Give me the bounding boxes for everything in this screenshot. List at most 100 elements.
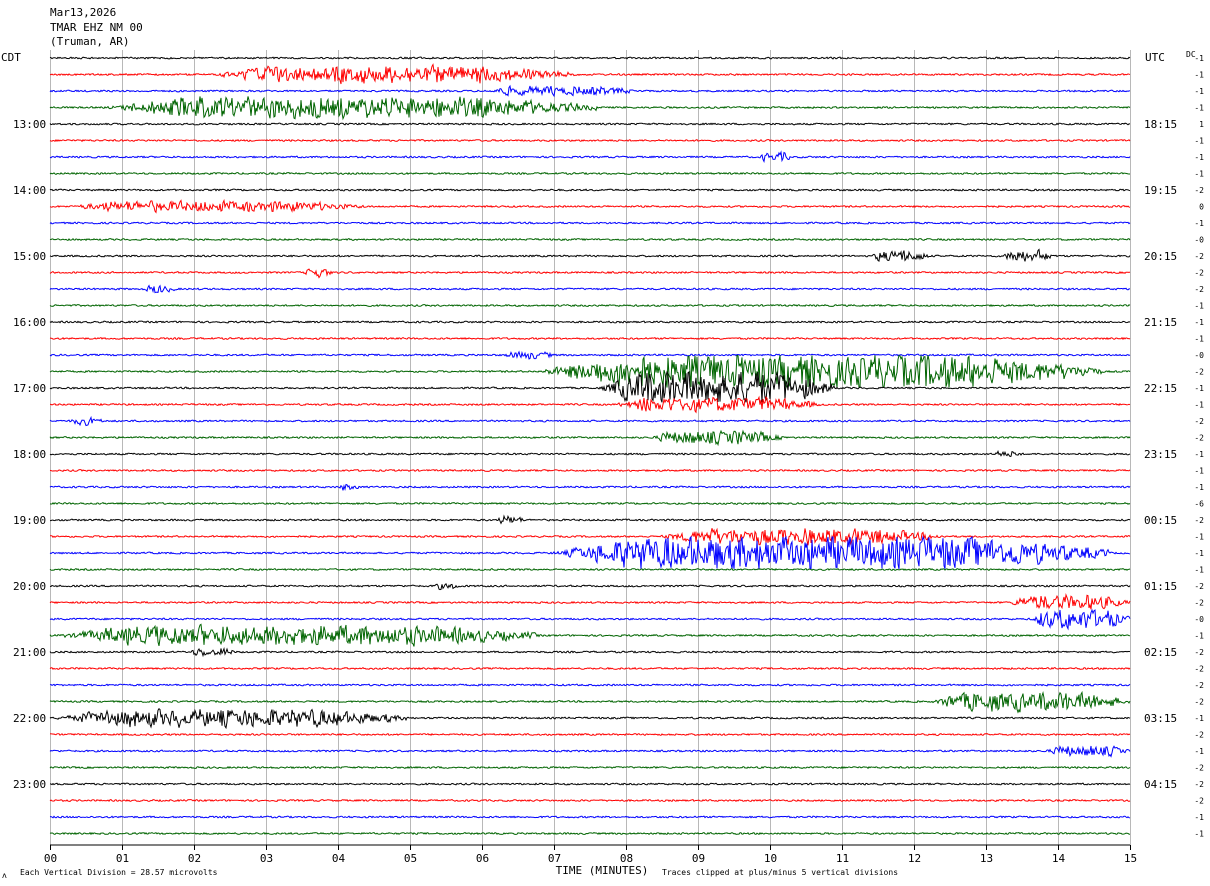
dc-offset-value: -1 [1194, 467, 1204, 476]
utc-hour-label: 03:15 [1144, 712, 1177, 725]
dc-offset-value: -1 [1194, 335, 1204, 344]
seismic-trace [49, 815, 1131, 819]
dc-offset-value: -6 [1194, 500, 1204, 509]
dc-offset-value: -2 [1194, 797, 1204, 806]
x-tick-label: 04 [332, 852, 346, 865]
x-tick-label: 00 [44, 852, 57, 865]
seismic-trace [49, 535, 1131, 570]
cdt-hour-label: 16:00 [13, 316, 46, 329]
x-tick-label: 01 [116, 852, 129, 865]
trace-lines [49, 56, 1131, 836]
seismic-trace [49, 370, 1131, 403]
cdt-hour-label: 22:00 [13, 712, 46, 725]
dc-offset-value: -1 [1194, 483, 1204, 492]
seismic-trace [49, 354, 1131, 390]
x-tick-label: 02 [188, 852, 201, 865]
dc-offset-value: -1 [1194, 450, 1204, 459]
seismic-trace [49, 732, 1131, 737]
dc-offset-value: -2 [1194, 186, 1204, 195]
dc-offset-value: -1 [1194, 714, 1204, 723]
dc-offset-value: -2 [1194, 582, 1204, 591]
dc-offset-value: -1 [1194, 566, 1204, 575]
dc-offset-value: -0 [1194, 615, 1204, 624]
dc-offset-value: -0 [1194, 236, 1204, 245]
seismic-trace [49, 468, 1131, 473]
dc-offset-value: -2 [1194, 698, 1204, 707]
dc-offset-labels: -1 -1 -1 -1 1 -1 -1 -1 -2 0 -1 -0 -2 -2 -2 -1 -1 -1 -0 -2 -1… [1194, 54, 1204, 839]
seismic-trace [49, 198, 1131, 214]
dc-offset-value: -1 [1194, 170, 1204, 179]
x-tick-label: 06 [476, 852, 489, 865]
helicorder-chart: Mar13,2026 TMAR EHZ NM 00 (Truman, AR) C… [1, 6, 1204, 880]
dc-offset-value: -0 [1194, 351, 1204, 360]
cdt-hour-label: 17:00 [13, 382, 46, 395]
right-timezone-label: UTC [1145, 51, 1165, 64]
dc-offset-value: -1 [1194, 632, 1204, 641]
dc-offset-value: -1 [1194, 153, 1204, 162]
seismic-trace [49, 336, 1131, 341]
seismic-trace [49, 188, 1131, 192]
cdt-hour-label: 13:00 [13, 118, 46, 131]
dc-offset-value: -1 [1194, 549, 1204, 558]
dc-offset-value: -1 [1194, 318, 1204, 327]
utc-hour-label: 00:15 [1144, 514, 1177, 527]
x-tick-label: 05 [404, 852, 417, 865]
seismic-trace [49, 268, 1131, 279]
dc-offset-value: -1 [1194, 87, 1204, 96]
dc-offset-value: -2 [1194, 252, 1204, 261]
seismic-trace [49, 582, 1131, 591]
seismic-trace [49, 501, 1131, 506]
dc-offset-value: -1 [1194, 71, 1204, 80]
cdt-hour-label: 21:00 [13, 646, 46, 659]
seismic-trace [49, 608, 1131, 631]
utc-hour-label: 19:15 [1144, 184, 1177, 197]
seismic-trace [49, 303, 1131, 308]
dc-offset-value: -2 [1194, 434, 1204, 443]
seismic-trace [49, 782, 1131, 786]
seismic-trace [49, 745, 1131, 758]
dc-offset-value: -1 [1194, 830, 1204, 839]
seismic-trace [49, 84, 1130, 98]
x-axis-title: TIME (MINUTES) [556, 864, 649, 877]
utc-hour-label: 04:15 [1144, 778, 1177, 791]
dc-offset-value: -1 [1194, 384, 1204, 393]
seismic-trace [49, 592, 1131, 610]
dc-offset-value: -2 [1194, 681, 1204, 690]
seismic-trace [49, 248, 1131, 262]
vertical-gridlines [50, 50, 1131, 845]
utc-hour-label: 23:15 [1144, 448, 1177, 461]
header-location: (Truman, AR) [50, 35, 129, 48]
dc-offset-value: -1 [1194, 54, 1204, 63]
clip-note: Traces clipped at plus/minus 5 vertical … [662, 868, 898, 877]
seismic-trace [49, 63, 1131, 85]
seismic-trace [49, 150, 1131, 163]
cdt-hour-label: 20:00 [13, 580, 46, 593]
dc-offset-value: -1 [1194, 747, 1204, 756]
seismic-trace [49, 96, 1131, 121]
seismic-trace [49, 320, 1131, 324]
seismic-trace [50, 395, 1131, 414]
dc-offset-value: -2 [1194, 648, 1204, 657]
seismic-trace [49, 666, 1131, 671]
dc-offset-value: -2 [1194, 665, 1204, 674]
seismic-trace [49, 683, 1131, 687]
utc-hour-label: 18:15 [1144, 118, 1177, 131]
seismic-trace [49, 237, 1131, 242]
seismic-trace [49, 429, 1131, 447]
dc-offset-value: -2 [1194, 764, 1204, 773]
dc-offset-value: -2 [1194, 731, 1204, 740]
dc-offset-value: -2 [1194, 417, 1204, 426]
cdt-hour-label: 19:00 [13, 514, 46, 527]
seismic-trace [49, 284, 1130, 294]
x-tick-label: 11 [836, 852, 849, 865]
x-tick-label: 03 [260, 852, 273, 865]
x-axis: 00 01 02 03 04 05 06 07 08 09 10 11 12 13 14 15 [44, 844, 1137, 865]
header-station: TMAR EHZ NM 00 [50, 21, 143, 34]
dc-offset-value: -2 [1194, 599, 1204, 608]
seismic-trace [49, 56, 1131, 60]
seismic-trace [50, 514, 1131, 525]
dc-offset-value: -1 [1194, 219, 1204, 228]
x-tick-label: 10 [764, 852, 777, 865]
corner-mark: ʌ [2, 871, 7, 880]
seismic-trace [49, 221, 1131, 225]
